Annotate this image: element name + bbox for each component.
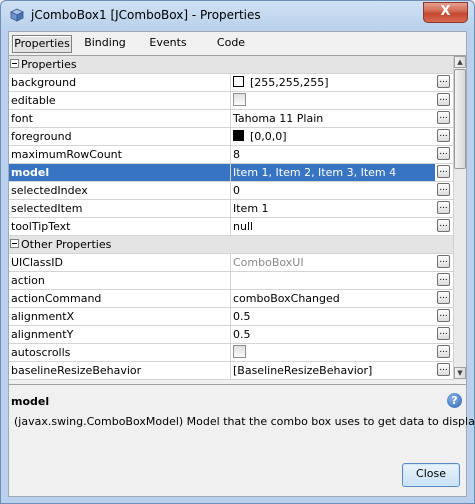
property-value[interactable]: 0.5 [231, 326, 435, 343]
property-name: background [9, 74, 231, 91]
tab-properties[interactable]: Properties [12, 35, 72, 53]
ellipsis-button[interactable]: ... [437, 75, 450, 88]
scroll-down-arrow-icon[interactable]: ▼ [454, 367, 466, 379]
ellipsis-button[interactable]: ... [437, 327, 450, 340]
ellipsis-button[interactable]: ... [437, 345, 450, 358]
property-name: editable [9, 92, 231, 109]
property-value[interactable]: 0 [231, 182, 435, 199]
property-row-actioncommand[interactable]: actionCommand comboBoxChanged ... [9, 290, 453, 308]
ellipsis-button[interactable]: ... [437, 111, 450, 124]
tab-events[interactable]: Events [145, 35, 191, 51]
title-bar[interactable]: jComboBox1 [JComboBox] - Properties X [1, 1, 474, 31]
property-row-selectedindex[interactable]: selectedIndex 0 ... [9, 182, 453, 200]
property-row-autoscrolls[interactable]: autoscrolls ... [9, 344, 453, 362]
ellipsis-button[interactable]: ... [437, 129, 450, 142]
property-value[interactable]: [0,0,0] [231, 128, 435, 145]
property-name: autoscrolls [9, 344, 231, 361]
property-name: baselineResizeBehavior [9, 362, 231, 379]
property-value[interactable]: [BaselineResizeBehavior] [231, 362, 435, 379]
property-row-tooltiptext[interactable]: toolTipText null ... [9, 218, 453, 236]
autoscrolls-checkbox[interactable] [233, 345, 246, 358]
property-row-alignmenty[interactable]: alignmentY 0.5 ... [9, 326, 453, 344]
property-name: font [9, 110, 231, 127]
ellipsis-button[interactable]: ... [437, 363, 450, 376]
property-value[interactable]: Tahoma 11 Plain [231, 110, 435, 127]
close-icon: X [440, 4, 451, 19]
property-value[interactable]: Item 1 [231, 200, 435, 217]
property-row-action[interactable]: action ... [9, 272, 453, 290]
description-title: model [11, 395, 50, 408]
property-name: UIClassID [9, 254, 231, 271]
color-swatch [233, 130, 244, 141]
category-properties[interactable]: Properties [9, 56, 453, 74]
close-button[interactable]: Close [402, 463, 460, 487]
ellipsis-button[interactable]: ... [437, 273, 450, 286]
ellipsis-button[interactable]: ... [437, 309, 450, 322]
ellipsis-button[interactable]: ... [437, 219, 450, 232]
property-value[interactable]: comboBoxChanged [231, 290, 435, 307]
scrollbar-thumb[interactable] [454, 69, 466, 169]
category-other-properties[interactable]: Other Properties [9, 236, 453, 254]
property-name: model [9, 164, 231, 181]
vertical-scrollbar[interactable]: ▲ ▼ [453, 56, 466, 380]
property-row-selecteditem[interactable]: selectedItem Item 1 ... [9, 200, 453, 218]
property-name: maximumRowCount [9, 146, 231, 163]
ellipsis-button[interactable]: ... [437, 93, 450, 106]
ellipsis-button[interactable]: ... [437, 201, 450, 214]
property-row-foreground[interactable]: foreground [0,0,0] ... [9, 128, 453, 146]
editable-checkbox[interactable] [233, 93, 246, 106]
category-label: Properties [21, 58, 77, 71]
property-row-uiclassid[interactable]: UIClassID ComboBoxUI ... [9, 254, 453, 272]
property-sheet: Properties background [255,255,255] ... … [9, 55, 466, 380]
property-name: alignmentY [9, 326, 231, 343]
property-name: action [9, 272, 231, 289]
scroll-up-arrow-icon[interactable]: ▲ [454, 56, 466, 68]
property-value[interactable] [231, 344, 435, 361]
help-icon[interactable]: ? [447, 393, 462, 408]
property-row-font[interactable]: font Tahoma 11 Plain ... [9, 110, 453, 128]
ellipsis-button[interactable]: ... [437, 165, 450, 178]
window-title: jComboBox1 [JComboBox] - Properties [31, 8, 261, 22]
property-row-background[interactable]: background [255,255,255] ... [9, 74, 453, 92]
color-swatch [233, 76, 244, 87]
tab-binding[interactable]: Binding [79, 35, 131, 51]
property-value[interactable] [231, 272, 435, 289]
properties-window: jComboBox1 [JComboBox] - Properties X Pr… [0, 0, 475, 504]
property-row-editable[interactable]: editable ... [9, 92, 453, 110]
property-value[interactable]: null [231, 218, 435, 235]
collapse-icon[interactable] [10, 59, 19, 68]
property-row-baselineresizebehavior[interactable]: baselineResizeBehavior [BaselineResizeBe… [9, 362, 453, 380]
property-value[interactable]: 0.5 [231, 308, 435, 325]
category-label: Other Properties [21, 238, 112, 251]
ellipsis-button[interactable]: ... [437, 183, 450, 196]
property-row-maximumrowcount[interactable]: maximumRowCount 8 ... [9, 146, 453, 164]
property-name: alignmentX [9, 308, 231, 325]
property-name: toolTipText [9, 218, 231, 235]
property-value[interactable]: 8 [231, 146, 435, 163]
property-name: foreground [9, 128, 231, 145]
property-value[interactable]: [255,255,255] [231, 74, 435, 91]
ellipsis-button[interactable]: ... [437, 147, 450, 160]
property-name: actionCommand [9, 290, 231, 307]
description-panel: model ? (javax.swing.ComboBoxModel) Mode… [9, 384, 475, 455]
property-row-model[interactable]: model Item 1, Item 2, Item 3, Item 4 ... [9, 164, 453, 182]
property-value: ComboBoxUI [233, 256, 304, 269]
collapse-icon[interactable] [10, 239, 19, 248]
ellipsis-button[interactable]: ... [437, 291, 450, 304]
property-name: selectedIndex [9, 182, 231, 199]
property-name: selectedItem [9, 200, 231, 217]
ellipsis-button[interactable]: ... [437, 255, 450, 268]
window-close-button[interactable]: X [423, 2, 468, 23]
description-text: (javax.swing.ComboBoxModel) Model that t… [14, 415, 475, 428]
tab-code[interactable]: Code [209, 35, 253, 51]
tab-bar: Properties Binding Events Code [9, 32, 466, 54]
property-row-alignmentx[interactable]: alignmentX 0.5 ... [9, 308, 453, 326]
dialog-body: Properties Binding Events Code Propertie… [8, 31, 475, 497]
property-value[interactable]: Item 1, Item 2, Item 3, Item 4 [231, 164, 435, 181]
property-value[interactable] [231, 92, 435, 109]
cube-icon [10, 8, 24, 22]
